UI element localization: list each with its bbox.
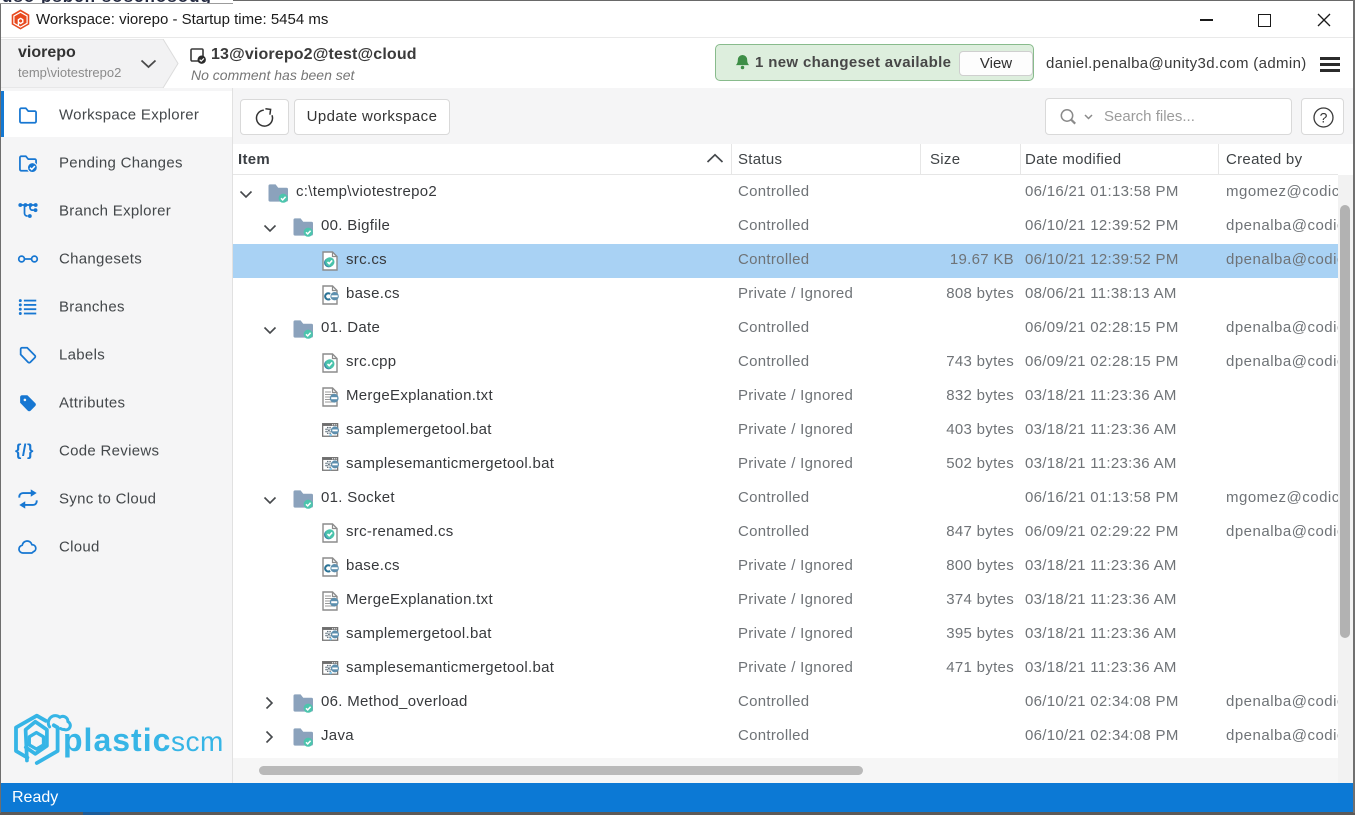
svg-text:?: ?: [1320, 110, 1328, 126]
svg-text:plastic: plastic: [63, 722, 171, 758]
svg-text:scm: scm: [171, 726, 224, 757]
